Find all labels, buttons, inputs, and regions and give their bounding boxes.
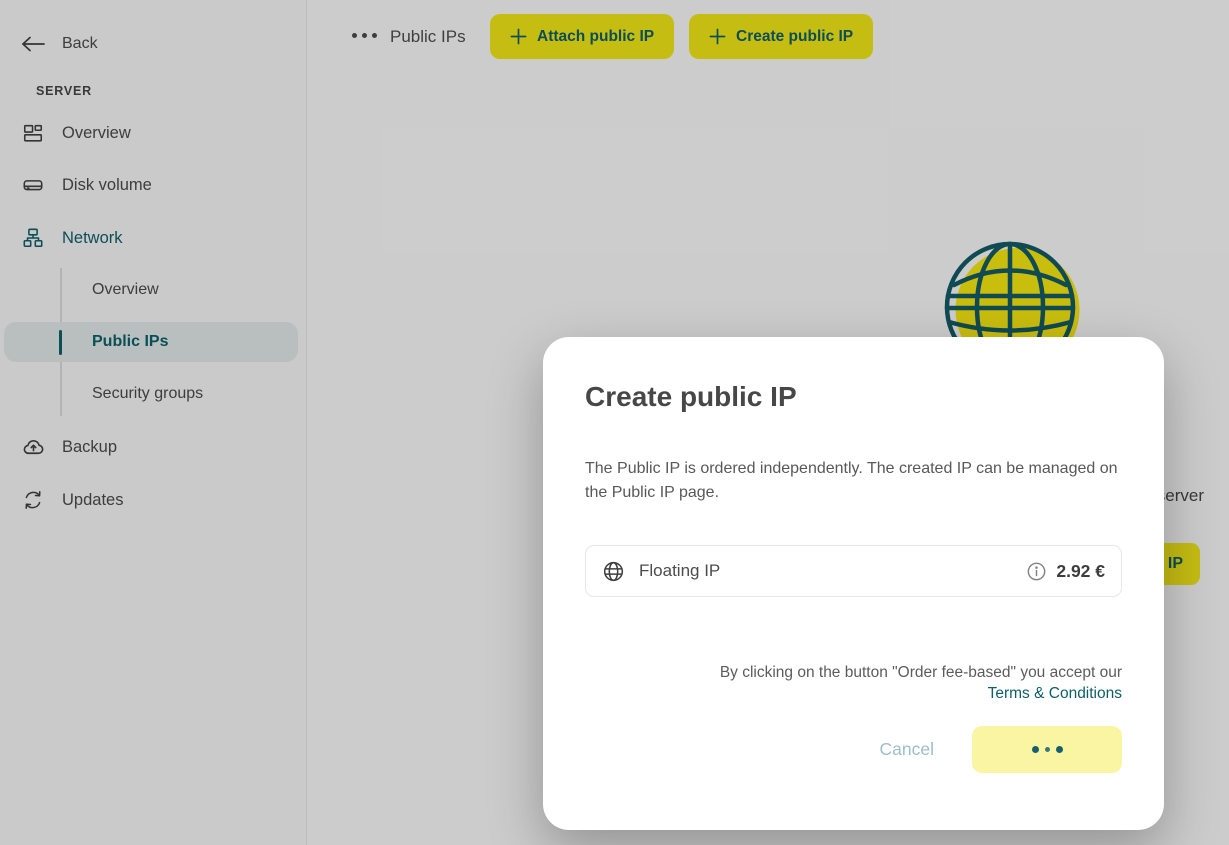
dialog-title: Create public IP bbox=[585, 381, 1122, 413]
create-public-ip-dialog: Create public IP The Public IP is ordere… bbox=[543, 337, 1164, 830]
app-window: Back SERVER Overview Disk volume bbox=[0, 0, 1229, 845]
loading-dots-icon bbox=[1032, 746, 1063, 753]
terms-notice: By clicking on the button "Order fee-bas… bbox=[585, 663, 1122, 704]
globe-icon bbox=[602, 560, 625, 583]
ip-type-select[interactable]: Floating IP 2.92 € bbox=[585, 545, 1122, 597]
terms-link[interactable]: Terms & Conditions bbox=[988, 684, 1122, 704]
ip-price: 2.92 € bbox=[1056, 561, 1105, 582]
info-icon[interactable] bbox=[1027, 562, 1046, 581]
ip-type-label: Floating IP bbox=[639, 561, 720, 581]
cancel-button[interactable]: Cancel bbox=[880, 739, 934, 760]
terms-text: By clicking on the button "Order fee-bas… bbox=[720, 664, 1122, 681]
dialog-description: The Public IP is ordered independently. … bbox=[585, 457, 1122, 505]
order-fee-based-button[interactable] bbox=[972, 726, 1122, 773]
